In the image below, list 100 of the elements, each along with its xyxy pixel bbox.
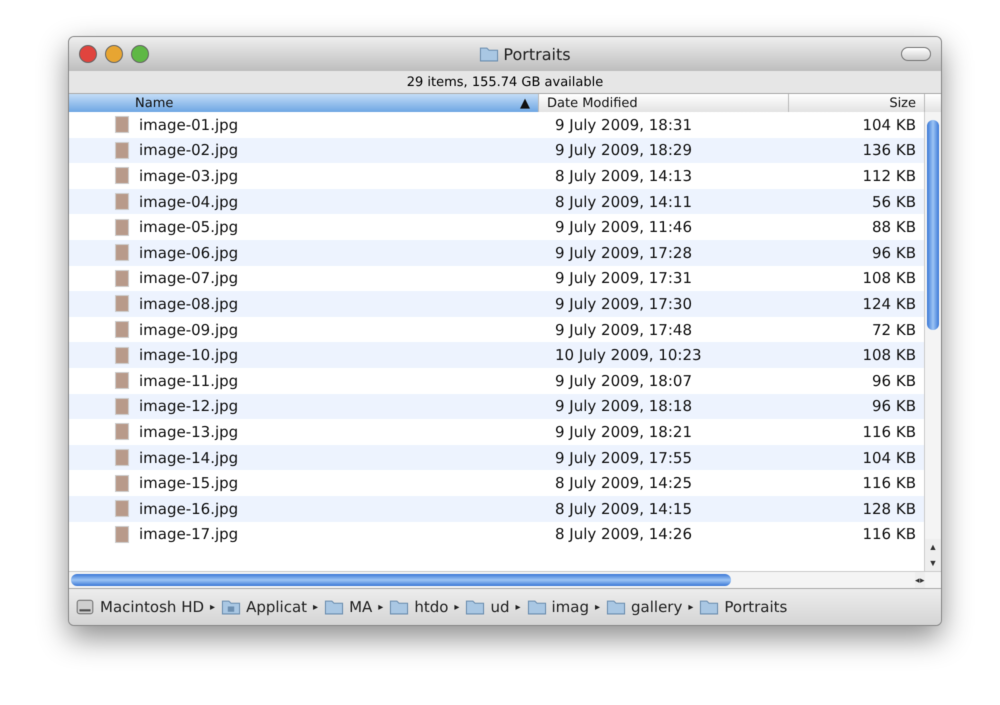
file-name[interactable]: image-08.jpg xyxy=(139,294,238,313)
file-name[interactable]: image-01.jpg xyxy=(139,116,238,134)
photo-thumbnail xyxy=(115,142,129,159)
size-cell-text: 116 KB xyxy=(861,525,917,544)
photo-thumbnail xyxy=(115,295,129,312)
path-item[interactable]: htdo xyxy=(389,598,448,616)
path-item[interactable]: MA xyxy=(324,598,372,616)
date-cell-text: 9 July 2009, 17:48 xyxy=(554,320,693,339)
path-item[interactable]: Macintosh HD xyxy=(75,598,204,616)
column-header[interactable]: Name ▲ xyxy=(69,94,539,112)
photo-thumbnail xyxy=(115,526,129,543)
file-name[interactable]: image-15.jpg xyxy=(139,474,238,492)
path-item[interactable]: gallery xyxy=(606,598,682,616)
size-cell-text: 96 KB xyxy=(871,397,917,416)
file-name[interactable]: image-10.jpg xyxy=(139,346,238,364)
path-separator: ▸ xyxy=(378,602,384,612)
scroll-left-button[interactable]: ◂ xyxy=(915,572,920,588)
size-cell-text: 128 KB xyxy=(861,500,917,518)
scroll-up-button[interactable]: ▲ xyxy=(925,539,941,555)
photo-thumbnail xyxy=(115,474,129,492)
scroll-down-button[interactable]: ▼ xyxy=(925,555,941,571)
size-cell-text: 124 KB xyxy=(861,294,917,313)
date-cell-text: 8 July 2009, 14:15 xyxy=(554,500,693,518)
file-name[interactable]: image-17.jpg xyxy=(139,525,238,544)
size-cell-text: 56 KB xyxy=(871,192,917,211)
date-cell-text: 9 July 2009, 17:31 xyxy=(554,269,693,288)
date-cell-text: 9 July 2009, 18:07 xyxy=(554,372,693,390)
file-name[interactable]: image-13.jpg xyxy=(139,422,238,441)
size-cell-text: 72 KB xyxy=(871,320,917,339)
vertical-scrollbar[interactable]: ▲ ▼ xyxy=(924,112,941,571)
path-item[interactable]: Portraits xyxy=(699,598,788,616)
scroll-thumb[interactable] xyxy=(927,120,939,330)
file-name[interactable]: image-07.jpg xyxy=(139,269,238,288)
path-item[interactable]: Applicat xyxy=(221,598,308,616)
size-cell-text: 136 KB xyxy=(861,141,917,160)
photo-thumbnail xyxy=(115,449,129,466)
date-cell-text: 8 July 2009, 14:26 xyxy=(554,525,693,544)
column-header[interactable]: Size xyxy=(789,94,925,112)
date-cell-text: 9 July 2009, 11:46 xyxy=(554,218,693,236)
size-cell-text: 96 KB xyxy=(871,372,917,390)
file-name[interactable]: image-03.jpg xyxy=(139,166,238,185)
file-name[interactable]: image-04.jpg xyxy=(139,192,238,211)
date-cell-text: 9 July 2009, 18:29 xyxy=(554,141,693,160)
size-cell-text: 104 KB xyxy=(861,448,917,467)
size-cell-text: 108 KB xyxy=(861,269,917,288)
date-cell-text: 8 July 2009, 14:11 xyxy=(554,192,693,211)
file-name[interactable]: image-12.jpg xyxy=(139,397,238,416)
zoom-button[interactable] xyxy=(131,45,149,63)
photo-thumbnail xyxy=(115,116,129,134)
horizontal-scrollbar[interactable]: ◂▸ xyxy=(69,571,941,588)
date-cell-text: 9 July 2009, 18:31 xyxy=(554,116,693,134)
photo-thumbnail xyxy=(115,372,129,390)
toolbar-toggle-button[interactable] xyxy=(901,47,931,61)
photo-thumbnail xyxy=(115,398,129,415)
path-separator: ▸ xyxy=(688,602,694,612)
photo-thumbnail xyxy=(115,500,129,518)
file-name[interactable]: image-05.jpg xyxy=(139,218,238,236)
file-name[interactable]: image-11.jpg xyxy=(139,372,238,390)
date-cell-text: 9 July 2009, 17:55 xyxy=(554,448,693,467)
photo-thumbnail xyxy=(115,423,129,440)
scroll-right-button[interactable]: ▸ xyxy=(920,572,925,588)
file-name[interactable]: image-14.jpg xyxy=(139,448,238,467)
size-cell-text: 116 KB xyxy=(861,422,917,441)
photo-thumbnail xyxy=(115,321,129,338)
path-separator: ▸ xyxy=(313,602,318,612)
header-corner xyxy=(925,94,941,112)
photo-thumbnail xyxy=(115,346,129,364)
column-header[interactable]: Date Modified xyxy=(539,94,789,112)
photo-thumbnail xyxy=(115,270,129,287)
date-cell-text: 9 July 2009, 18:18 xyxy=(554,397,693,416)
folder-icon xyxy=(606,599,626,615)
file-name[interactable]: image-09.jpg xyxy=(139,320,238,339)
folder-icon xyxy=(324,599,344,615)
close-button[interactable] xyxy=(79,45,97,63)
folder-icon xyxy=(389,599,410,615)
file-name[interactable]: image-02.jpg xyxy=(139,141,238,160)
folder-icon xyxy=(699,599,720,615)
path-separator: ▸ xyxy=(454,602,460,612)
size-cell-text: 104 KB xyxy=(861,116,917,134)
size-cell-text: 96 KB xyxy=(871,244,917,262)
size-cell-text: 112 KB xyxy=(861,166,917,185)
scroll-thumb[interactable] xyxy=(71,574,731,586)
applications-folder-icon xyxy=(221,599,242,615)
minimize-button[interactable] xyxy=(105,45,123,63)
path-separator: ▸ xyxy=(210,602,216,612)
date-cell-text: 10 July 2009, 10:23 xyxy=(554,346,703,364)
file-name[interactable]: image-16.jpg xyxy=(139,500,238,518)
photo-thumbnail xyxy=(115,167,129,184)
date-cell-text: 9 July 2009, 17:28 xyxy=(554,244,693,262)
path-separator: ▸ xyxy=(595,602,600,612)
folder-icon xyxy=(479,46,500,62)
date-cell-text: 9 July 2009, 18:21 xyxy=(554,422,693,441)
path-separator: ▸ xyxy=(515,602,520,612)
status-text: 29 items, 155.74 GB available xyxy=(69,71,941,94)
path-item[interactable]: ud xyxy=(465,598,510,616)
date-cell-text: 9 July 2009, 17:30 xyxy=(554,294,693,313)
folder-icon xyxy=(526,599,546,615)
path-item[interactable]: imag xyxy=(526,598,589,616)
file-name[interactable]: image-06.jpg xyxy=(139,244,238,262)
photo-thumbnail xyxy=(115,244,129,262)
